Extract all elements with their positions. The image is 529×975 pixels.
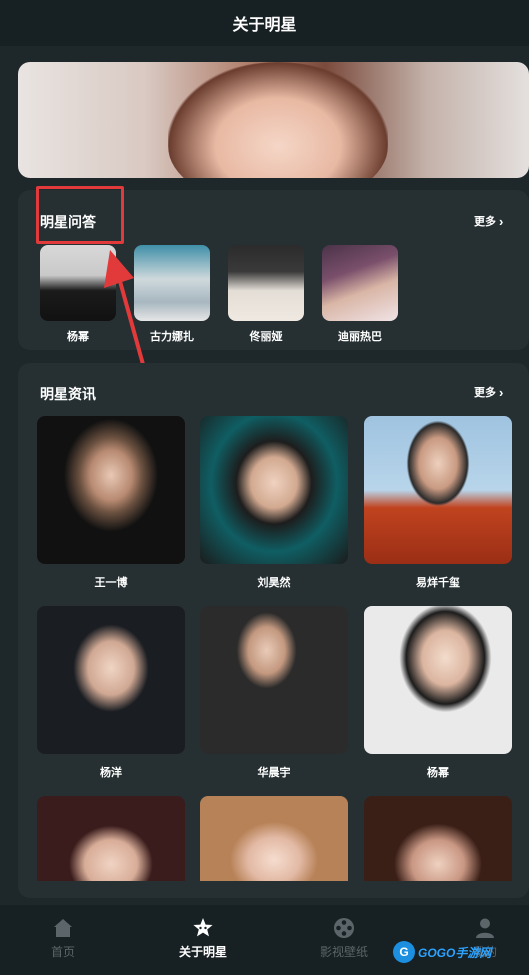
- news-photo-item-7[interactable]: [37, 796, 185, 881]
- news-name-label: 杨洋: [100, 767, 122, 779]
- chevron-right-icon: ›: [499, 213, 504, 229]
- news-photo-liuhaoran[interactable]: [200, 416, 348, 564]
- tab-label: 影视壁纸: [319, 945, 368, 959]
- news-photo-huachenyu[interactable]: [200, 606, 348, 754]
- star-name-label: 佟丽娅: [249, 331, 283, 343]
- star-icon: [193, 918, 213, 937]
- hero-banner-image[interactable]: [18, 62, 529, 178]
- tab-label: 首页: [50, 945, 75, 959]
- tab-label: 关于明星: [178, 945, 227, 959]
- news-name-label: 王一博: [94, 577, 128, 589]
- news-photo-yiyangqianxi[interactable]: [364, 416, 512, 564]
- banner-portrait: [168, 62, 388, 178]
- tab-about-stars[interactable]: 关于明星: [158, 917, 248, 960]
- user-icon: [476, 918, 494, 938]
- news-name-label: 易烊千玺: [416, 577, 460, 589]
- news-name-label: 刘昊然: [257, 577, 291, 589]
- news-photo-wangyibo[interactable]: [37, 416, 185, 564]
- watermark-text: GOGO手游网: [418, 945, 492, 960]
- star-avatar-tongliya[interactable]: [228, 245, 304, 321]
- news-photo-yangyang[interactable]: [37, 606, 185, 754]
- news-name-label: 华晨宇: [257, 767, 291, 779]
- star-qa-more-link[interactable]: 更多 ›: [474, 213, 503, 229]
- tab-film-wallpaper[interactable]: 影视壁纸: [299, 917, 389, 960]
- star-news-more-link[interactable]: 更多 ›: [474, 384, 503, 400]
- site-watermark: G GOGO手游网: [393, 938, 501, 966]
- news-name-label: 杨幂: [427, 767, 449, 779]
- home-icon: [54, 919, 72, 937]
- star-name-label: 迪丽热巴: [338, 331, 382, 343]
- news-photo-item-8[interactable]: [200, 796, 348, 881]
- news-photo-item-9[interactable]: [364, 796, 512, 881]
- news-photo-yangmi[interactable]: [364, 606, 512, 754]
- star-news-title: 明星资讯: [40, 386, 96, 402]
- top-app-bar: 关于明星: [0, 0, 529, 46]
- chevron-right-icon: ›: [499, 384, 504, 400]
- film-reel-icon: [334, 918, 354, 938]
- tab-home[interactable]: 首页: [18, 917, 108, 960]
- star-avatar-dilireba[interactable]: [322, 245, 398, 321]
- watermark-logo-icon: G: [393, 941, 415, 963]
- more-label: 更多: [474, 216, 496, 228]
- page-title: 关于明星: [232, 17, 297, 34]
- annotation-highlight-box: [36, 186, 124, 244]
- more-label: 更多: [474, 387, 496, 399]
